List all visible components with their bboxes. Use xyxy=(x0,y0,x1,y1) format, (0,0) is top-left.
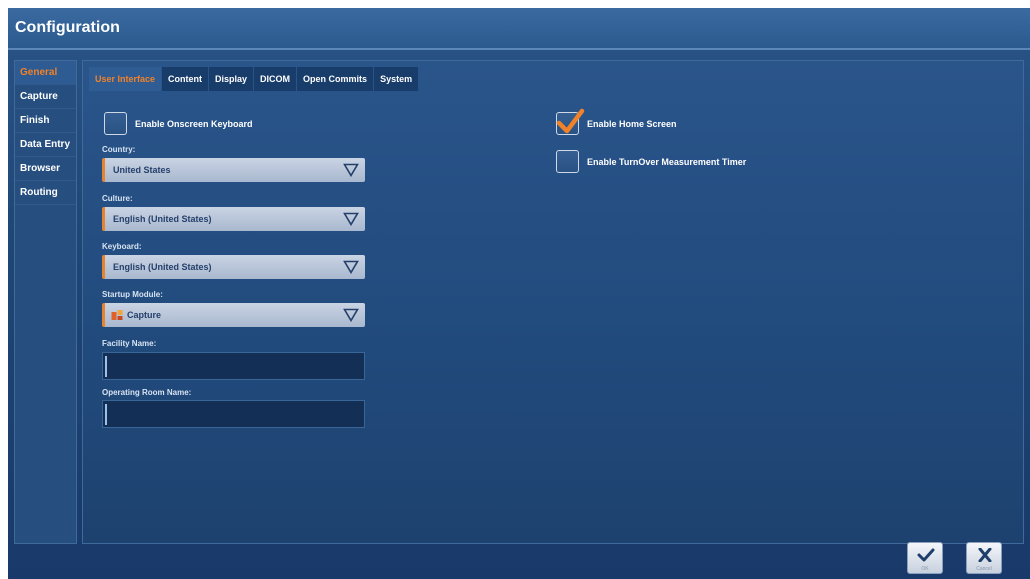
top-strip xyxy=(0,0,1030,8)
turnover-timer-checkbox[interactable] xyxy=(556,150,579,173)
culture-label: Culture: xyxy=(102,194,133,203)
onscreen-keyboard-checkbox[interactable] xyxy=(104,112,127,135)
home-screen-checkbox[interactable] xyxy=(556,108,585,135)
operating-room-name-input[interactable] xyxy=(102,400,365,428)
country-label: Country: xyxy=(102,145,136,154)
sidebar: General Capture Finish Data Entry Browse… xyxy=(14,60,77,544)
tab-open-commits[interactable]: Open Commits xyxy=(297,67,374,91)
culture-value: English (United States) xyxy=(113,214,212,224)
sidebar-item-routing[interactable]: Routing xyxy=(15,181,76,205)
ok-label: OK xyxy=(921,566,929,572)
sidebar-item-capture[interactable]: Capture xyxy=(15,85,76,109)
sidebar-item-browser[interactable]: Browser xyxy=(15,157,76,181)
home-screen-row: Enable Home Screen xyxy=(556,108,677,135)
operating-room-name-label: Operating Room Name: xyxy=(102,388,192,397)
tab-display[interactable]: Display xyxy=(209,67,254,91)
triangle-down-icon xyxy=(343,163,359,177)
country-value: United States xyxy=(113,165,171,175)
sidebar-item-finish[interactable]: Finish xyxy=(15,109,76,133)
tab-bar: User Interface Content Display DICOM Ope… xyxy=(89,67,419,91)
settings-panel: User Interface Content Display DICOM Ope… xyxy=(82,60,1024,544)
startup-module-value: Capture xyxy=(127,310,162,320)
turnover-timer-label: Enable TurnOver Measurement Timer xyxy=(587,156,747,167)
configuration-window: Configuration General Capture Finish Dat… xyxy=(8,8,1030,579)
country-dropdown[interactable]: United States xyxy=(102,158,365,182)
cancel-button[interactable]: Cancel xyxy=(966,542,1002,574)
capture-module-icon xyxy=(111,310,123,320)
text-caret xyxy=(105,404,107,425)
title-bar: Configuration xyxy=(8,8,1030,50)
window-title: Configuration xyxy=(15,19,120,36)
turnover-timer-row: Enable TurnOver Measurement Timer xyxy=(556,150,746,173)
home-screen-label: Enable Home Screen xyxy=(587,118,677,129)
keyboard-value: English (United States) xyxy=(113,262,212,272)
culture-dropdown[interactable]: English (United States) xyxy=(102,207,365,231)
keyboard-label: Keyboard: xyxy=(102,242,142,251)
triangle-down-icon xyxy=(343,308,359,322)
facility-name-input[interactable] xyxy=(102,352,365,380)
sidebar-item-general[interactable]: General xyxy=(15,61,76,85)
onscreen-keyboard-label: Enable Onscreen Keyboard xyxy=(135,118,253,129)
checkmark-icon xyxy=(556,108,585,134)
startup-module-dropdown[interactable]: Capture xyxy=(102,303,365,327)
triangle-down-icon xyxy=(343,260,359,274)
tab-user-interface[interactable]: User Interface xyxy=(89,67,162,91)
sidebar-item-data-entry[interactable]: Data Entry xyxy=(15,133,76,157)
tab-content[interactable]: Content xyxy=(162,67,209,91)
facility-name-label: Facility Name: xyxy=(102,339,157,348)
tab-system[interactable]: System xyxy=(374,67,419,91)
keyboard-dropdown[interactable]: English (United States) xyxy=(102,255,365,279)
checkmark-icon xyxy=(917,548,935,562)
text-caret xyxy=(105,356,107,377)
cancel-label: Cancel xyxy=(976,566,992,572)
triangle-down-icon xyxy=(343,212,359,226)
onscreen-keyboard-row: Enable Onscreen Keyboard xyxy=(104,112,253,135)
close-icon xyxy=(978,548,992,562)
tab-dicom[interactable]: DICOM xyxy=(254,67,297,91)
ok-button[interactable]: OK xyxy=(907,542,943,574)
startup-module-label: Startup Module: xyxy=(102,290,163,299)
